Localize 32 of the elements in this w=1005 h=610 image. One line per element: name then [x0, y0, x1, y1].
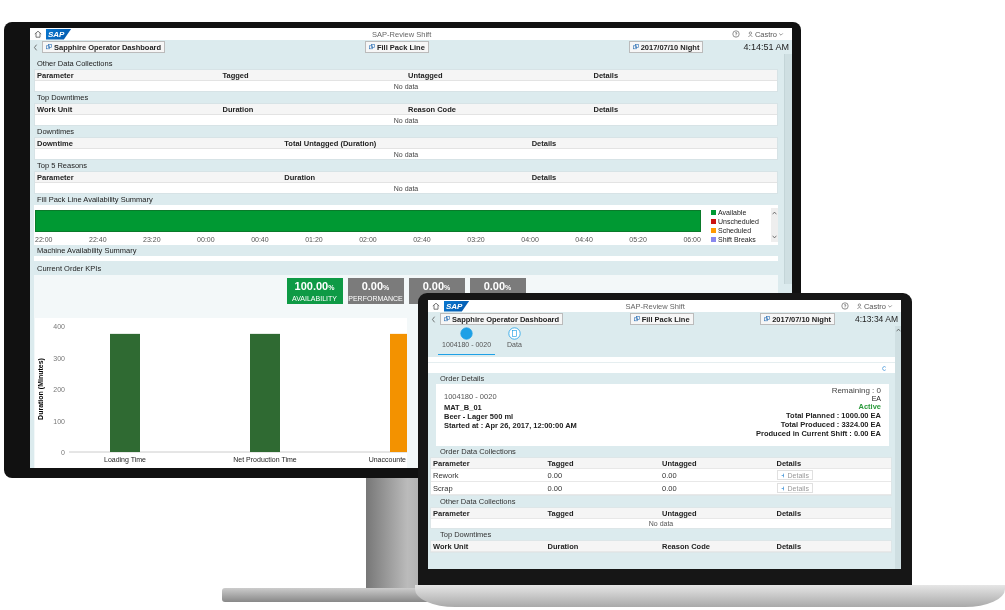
circle-icon	[460, 327, 473, 340]
clock-time: 4:13:34 AM	[855, 314, 898, 324]
user-icon	[747, 31, 754, 37]
caret-up-icon[interactable]	[772, 211, 777, 215]
back-icon[interactable]	[33, 43, 38, 51]
remaining-quantity: Remaining : 0	[831, 386, 881, 395]
scrollbar[interactable]	[784, 54, 792, 284]
link-icon	[444, 316, 450, 322]
chevron-down-icon	[887, 303, 893, 309]
home-icon[interactable]	[34, 30, 42, 38]
user-icon	[856, 303, 863, 309]
chevron-down-icon	[778, 31, 784, 37]
document-icon	[507, 327, 521, 340]
refresh-icon[interactable]	[882, 365, 887, 371]
back-icon[interactable]	[431, 315, 436, 323]
link-icon	[764, 316, 771, 322]
scrollbar[interactable]	[895, 326, 901, 569]
caret-up-icon[interactable]	[895, 328, 901, 332]
help-icon[interactable]	[731, 30, 740, 38]
link-icon	[46, 44, 52, 50]
home-icon[interactable]	[432, 302, 440, 310]
link-icon	[632, 44, 639, 50]
sap-logo: SAP	[444, 300, 470, 312]
details-icon	[780, 472, 786, 478]
help-icon[interactable]	[840, 302, 849, 310]
link-icon	[368, 44, 375, 50]
legend-scrollbar[interactable]	[771, 208, 778, 243]
link-icon	[633, 316, 640, 322]
details-icon	[780, 485, 786, 491]
sap-logo: SAP	[46, 28, 72, 40]
caret-down-icon[interactable]	[772, 235, 777, 240]
clock-time: 4:14:51 AM	[743, 42, 789, 52]
